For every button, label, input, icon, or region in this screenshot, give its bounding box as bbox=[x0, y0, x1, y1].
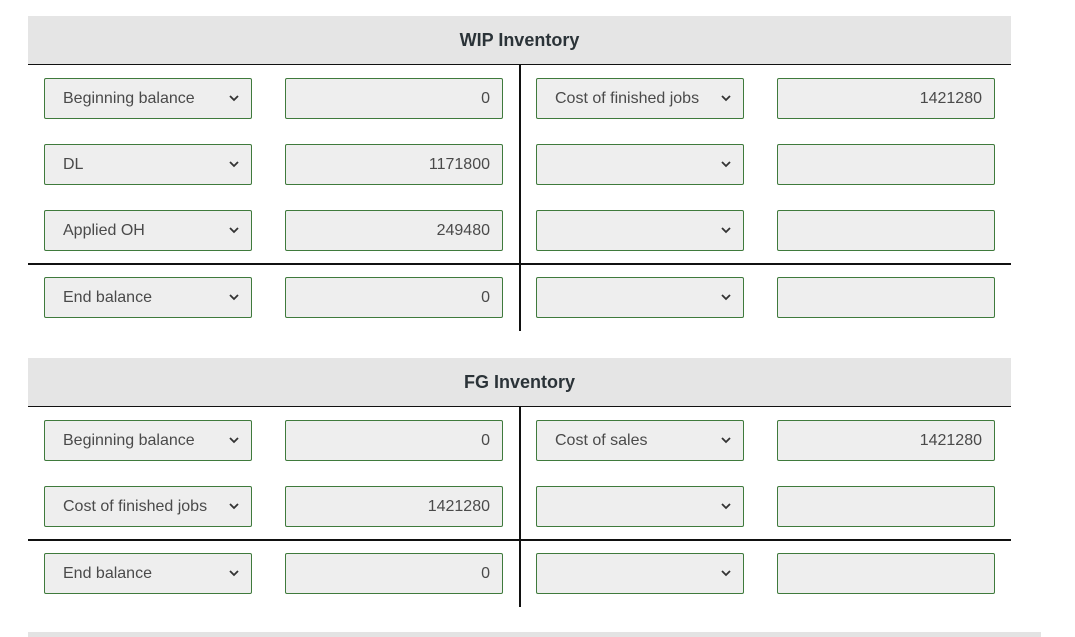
chevron-down-icon bbox=[719, 567, 733, 581]
wip-row-1: Beginning balance 0 Cost of finished job… bbox=[28, 78, 1011, 119]
section-footer-divider bbox=[28, 632, 1041, 637]
chevron-down-icon bbox=[227, 567, 241, 581]
chevron-down-icon bbox=[719, 158, 733, 172]
chevron-down-icon bbox=[227, 92, 241, 106]
fg-inventory-t-account: FG Inventory Beginning balance 0 Cost of… bbox=[28, 358, 1011, 607]
wip-end-balance-debit-account-select[interactable]: End balance bbox=[44, 277, 252, 318]
chevron-down-icon bbox=[227, 224, 241, 238]
fg-row-2-credit-amount-input[interactable] bbox=[777, 486, 995, 527]
wip-row-1-credit-amount-input[interactable]: 1421280 bbox=[777, 78, 995, 119]
wip-row-3-debit-amount-input[interactable]: 249480 bbox=[285, 210, 503, 251]
wip-inventory-body: Beginning balance 0 Cost of finished job… bbox=[28, 65, 1011, 331]
chevron-down-icon bbox=[719, 500, 733, 514]
wip-row-3: Applied OH 249480 bbox=[28, 210, 1011, 251]
wip-row-3-credit-amount-input[interactable] bbox=[777, 210, 995, 251]
t-account-divider-balance bbox=[28, 263, 1011, 265]
fg-end-balance-credit-account-select[interactable] bbox=[536, 553, 744, 594]
wip-end-balance-credit-amount-input[interactable] bbox=[777, 277, 995, 318]
wip-row-2: DL 1171800 bbox=[28, 144, 1011, 185]
fg-end-balance-credit-amount-input[interactable] bbox=[777, 553, 995, 594]
fg-row-1-debit-amount-input[interactable]: 0 bbox=[285, 420, 503, 461]
wip-row-2-debit-amount-input[interactable]: 1171800 bbox=[285, 144, 503, 185]
fg-row-1-debit-account-select[interactable]: Beginning balance bbox=[44, 420, 252, 461]
t-account-divider-balance bbox=[28, 539, 1011, 541]
wip-row-3-debit-account-select[interactable]: Applied OH bbox=[44, 210, 252, 251]
wip-row-2-debit-account-select[interactable]: DL bbox=[44, 144, 252, 185]
wip-end-balance-credit-account-select[interactable] bbox=[536, 277, 744, 318]
fg-row-2-credit-account-select[interactable] bbox=[536, 486, 744, 527]
fg-row-2-debit-amount-input[interactable]: 1421280 bbox=[285, 486, 503, 527]
chevron-down-icon bbox=[227, 434, 241, 448]
fg-row-2-debit-account-select[interactable]: Cost of finished jobs bbox=[44, 486, 252, 527]
chevron-down-icon bbox=[719, 434, 733, 448]
fg-row-1: Beginning balance 0 Cost of sales 142128… bbox=[28, 420, 1011, 461]
fg-inventory-title: FG Inventory bbox=[28, 358, 1011, 407]
fg-row-end-balance: End balance 0 bbox=[28, 553, 1011, 594]
wip-row-2-credit-amount-input[interactable] bbox=[777, 144, 995, 185]
fg-end-balance-debit-account-select[interactable]: End balance bbox=[44, 553, 252, 594]
fg-row-1-credit-amount-input[interactable]: 1421280 bbox=[777, 420, 995, 461]
chevron-down-icon bbox=[227, 500, 241, 514]
wip-row-3-credit-account-select[interactable] bbox=[536, 210, 744, 251]
fg-end-balance-debit-amount-input[interactable]: 0 bbox=[285, 553, 503, 594]
fg-inventory-body: Beginning balance 0 Cost of sales 142128… bbox=[28, 407, 1011, 607]
chevron-down-icon bbox=[719, 92, 733, 106]
wip-row-1-debit-amount-input[interactable]: 0 bbox=[285, 78, 503, 119]
wip-end-balance-debit-amount-input[interactable]: 0 bbox=[285, 277, 503, 318]
wip-inventory-t-account: WIP Inventory Beginning balance 0 Cost o… bbox=[28, 16, 1011, 331]
chevron-down-icon bbox=[719, 291, 733, 305]
chevron-down-icon bbox=[719, 224, 733, 238]
wip-inventory-title: WIP Inventory bbox=[28, 16, 1011, 65]
wip-row-1-credit-account-select[interactable]: Cost of finished jobs bbox=[536, 78, 744, 119]
fg-row-1-credit-account-select[interactable]: Cost of sales bbox=[536, 420, 744, 461]
wip-row-end-balance: End balance 0 bbox=[28, 277, 1011, 318]
chevron-down-icon bbox=[227, 291, 241, 305]
wip-row-2-credit-account-select[interactable] bbox=[536, 144, 744, 185]
fg-row-2: Cost of finished jobs 1421280 bbox=[28, 486, 1011, 527]
wip-row-1-debit-account-select[interactable]: Beginning balance bbox=[44, 78, 252, 119]
chevron-down-icon bbox=[227, 158, 241, 172]
